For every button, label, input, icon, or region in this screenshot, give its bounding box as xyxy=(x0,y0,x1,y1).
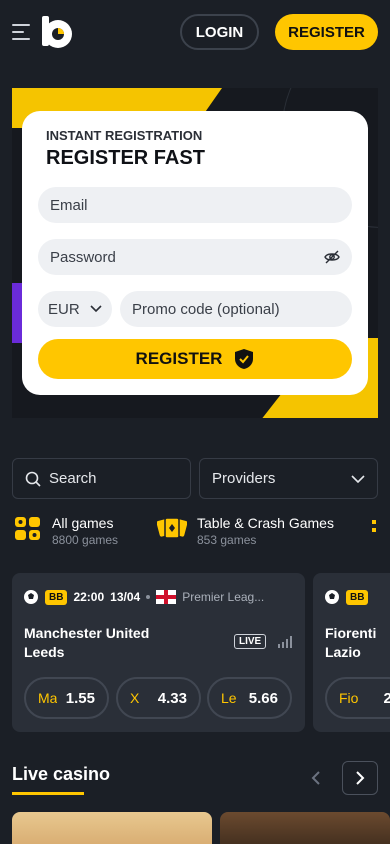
category-icon xyxy=(372,520,376,532)
odd-label: Le xyxy=(221,690,237,706)
england-flag-icon xyxy=(156,590,177,604)
brand-logo[interactable] xyxy=(38,14,74,50)
category-name: Table & Crash Games xyxy=(197,515,334,531)
match-date: 13/04 xyxy=(110,590,141,604)
password-field[interactable]: Password xyxy=(38,239,352,275)
registration-card: INSTANT REGISTRATION REGISTER FAST Email… xyxy=(22,111,368,395)
chevron-left-icon xyxy=(311,771,320,785)
odd-draw-button[interactable]: X 4.33 xyxy=(116,677,201,719)
odd-home-button[interactable]: Fio 2. xyxy=(325,677,390,719)
odd-label: Ma xyxy=(38,690,58,706)
currency-value: EUR xyxy=(48,300,80,318)
team-home: Manchester United xyxy=(24,625,150,641)
email-placeholder: Email xyxy=(50,196,88,214)
registration-eyebrow: INSTANT REGISTRATION xyxy=(46,128,203,143)
search-icon xyxy=(25,471,41,487)
promo-code-field[interactable]: Promo code (optional) xyxy=(120,291,352,327)
stats-signal-icon[interactable] xyxy=(278,636,292,648)
chevron-down-icon xyxy=(90,305,102,313)
category-count: 853 games xyxy=(197,533,257,547)
soccer-ball-icon xyxy=(325,590,339,604)
top-header: LOGIN REGISTER xyxy=(0,0,390,64)
providers-dropdown[interactable]: Providers xyxy=(199,458,378,499)
currency-select[interactable]: EUR xyxy=(38,291,112,327)
live-badge: LIVE xyxy=(234,634,267,649)
live-casino-title: Live casino xyxy=(12,764,111,784)
providers-label: Providers xyxy=(212,470,276,487)
register-submit-button[interactable]: REGISTER xyxy=(38,339,352,379)
odd-value: 5.66 xyxy=(248,689,278,707)
cards-icon xyxy=(157,517,187,539)
search-placeholder: Search xyxy=(49,470,97,487)
password-placeholder: Password xyxy=(50,248,116,266)
category-count: 8800 games xyxy=(52,533,119,547)
section-underline xyxy=(12,792,84,795)
bb-badge: BB xyxy=(45,589,68,605)
separator-dot xyxy=(146,595,151,599)
category-all-games[interactable]: All games 8800 games xyxy=(14,514,118,548)
live-casino-thumbnail[interactable] xyxy=(12,812,212,844)
team-away: Lazio xyxy=(325,644,361,660)
match-card[interactable]: BB Fiorenti Lazio Fio 2. xyxy=(313,573,390,732)
category-table-crash[interactable]: Table & Crash Games 853 games xyxy=(157,514,334,548)
register-submit-label: REGISTER xyxy=(135,349,223,368)
live-casino-thumbnail[interactable] xyxy=(220,812,390,844)
odd-label: X xyxy=(130,690,140,706)
eye-off-icon[interactable] xyxy=(324,249,340,265)
registration-title: REGISTER FAST xyxy=(46,147,205,169)
team-away: Leeds xyxy=(24,644,65,660)
header-register-button[interactable]: REGISTER xyxy=(275,14,378,50)
menu-icon[interactable] xyxy=(12,24,30,40)
chevron-right-icon xyxy=(356,771,365,785)
odd-value: 2. xyxy=(383,689,390,707)
carousel-prev-button[interactable] xyxy=(298,761,334,795)
team-home: Fiorenti xyxy=(325,625,377,641)
search-input[interactable]: Search xyxy=(12,458,191,499)
league-name: Premier Leag... xyxy=(182,590,265,604)
match-header: BB 22:00 13/04 Premier Leag... xyxy=(23,589,264,605)
shield-check-icon xyxy=(235,349,254,369)
match-time: 22:00 xyxy=(73,590,105,604)
soccer-ball-icon xyxy=(24,590,38,604)
email-field[interactable]: Email xyxy=(38,187,352,223)
odd-label: Fio xyxy=(339,690,359,706)
odd-home-button[interactable]: Ma 1.55 xyxy=(24,677,109,719)
match-card[interactable]: BB 22:00 13/04 Premier Leag... Mancheste… xyxy=(12,573,305,732)
match-header: BB xyxy=(324,589,369,605)
login-button[interactable]: LOGIN xyxy=(180,14,259,50)
promo-placeholder: Promo code (optional) xyxy=(132,300,280,318)
grid-icon xyxy=(15,517,40,540)
category-next-peek[interactable] xyxy=(370,514,390,542)
odd-value: 4.33 xyxy=(157,689,187,707)
odd-away-button[interactable]: Le 5.66 xyxy=(207,677,292,719)
carousel-next-button[interactable] xyxy=(342,761,378,795)
bb-badge: BB xyxy=(346,589,369,605)
odd-value: 1.55 xyxy=(65,689,95,707)
category-name: All games xyxy=(52,515,114,531)
chevron-down-icon xyxy=(351,474,365,483)
